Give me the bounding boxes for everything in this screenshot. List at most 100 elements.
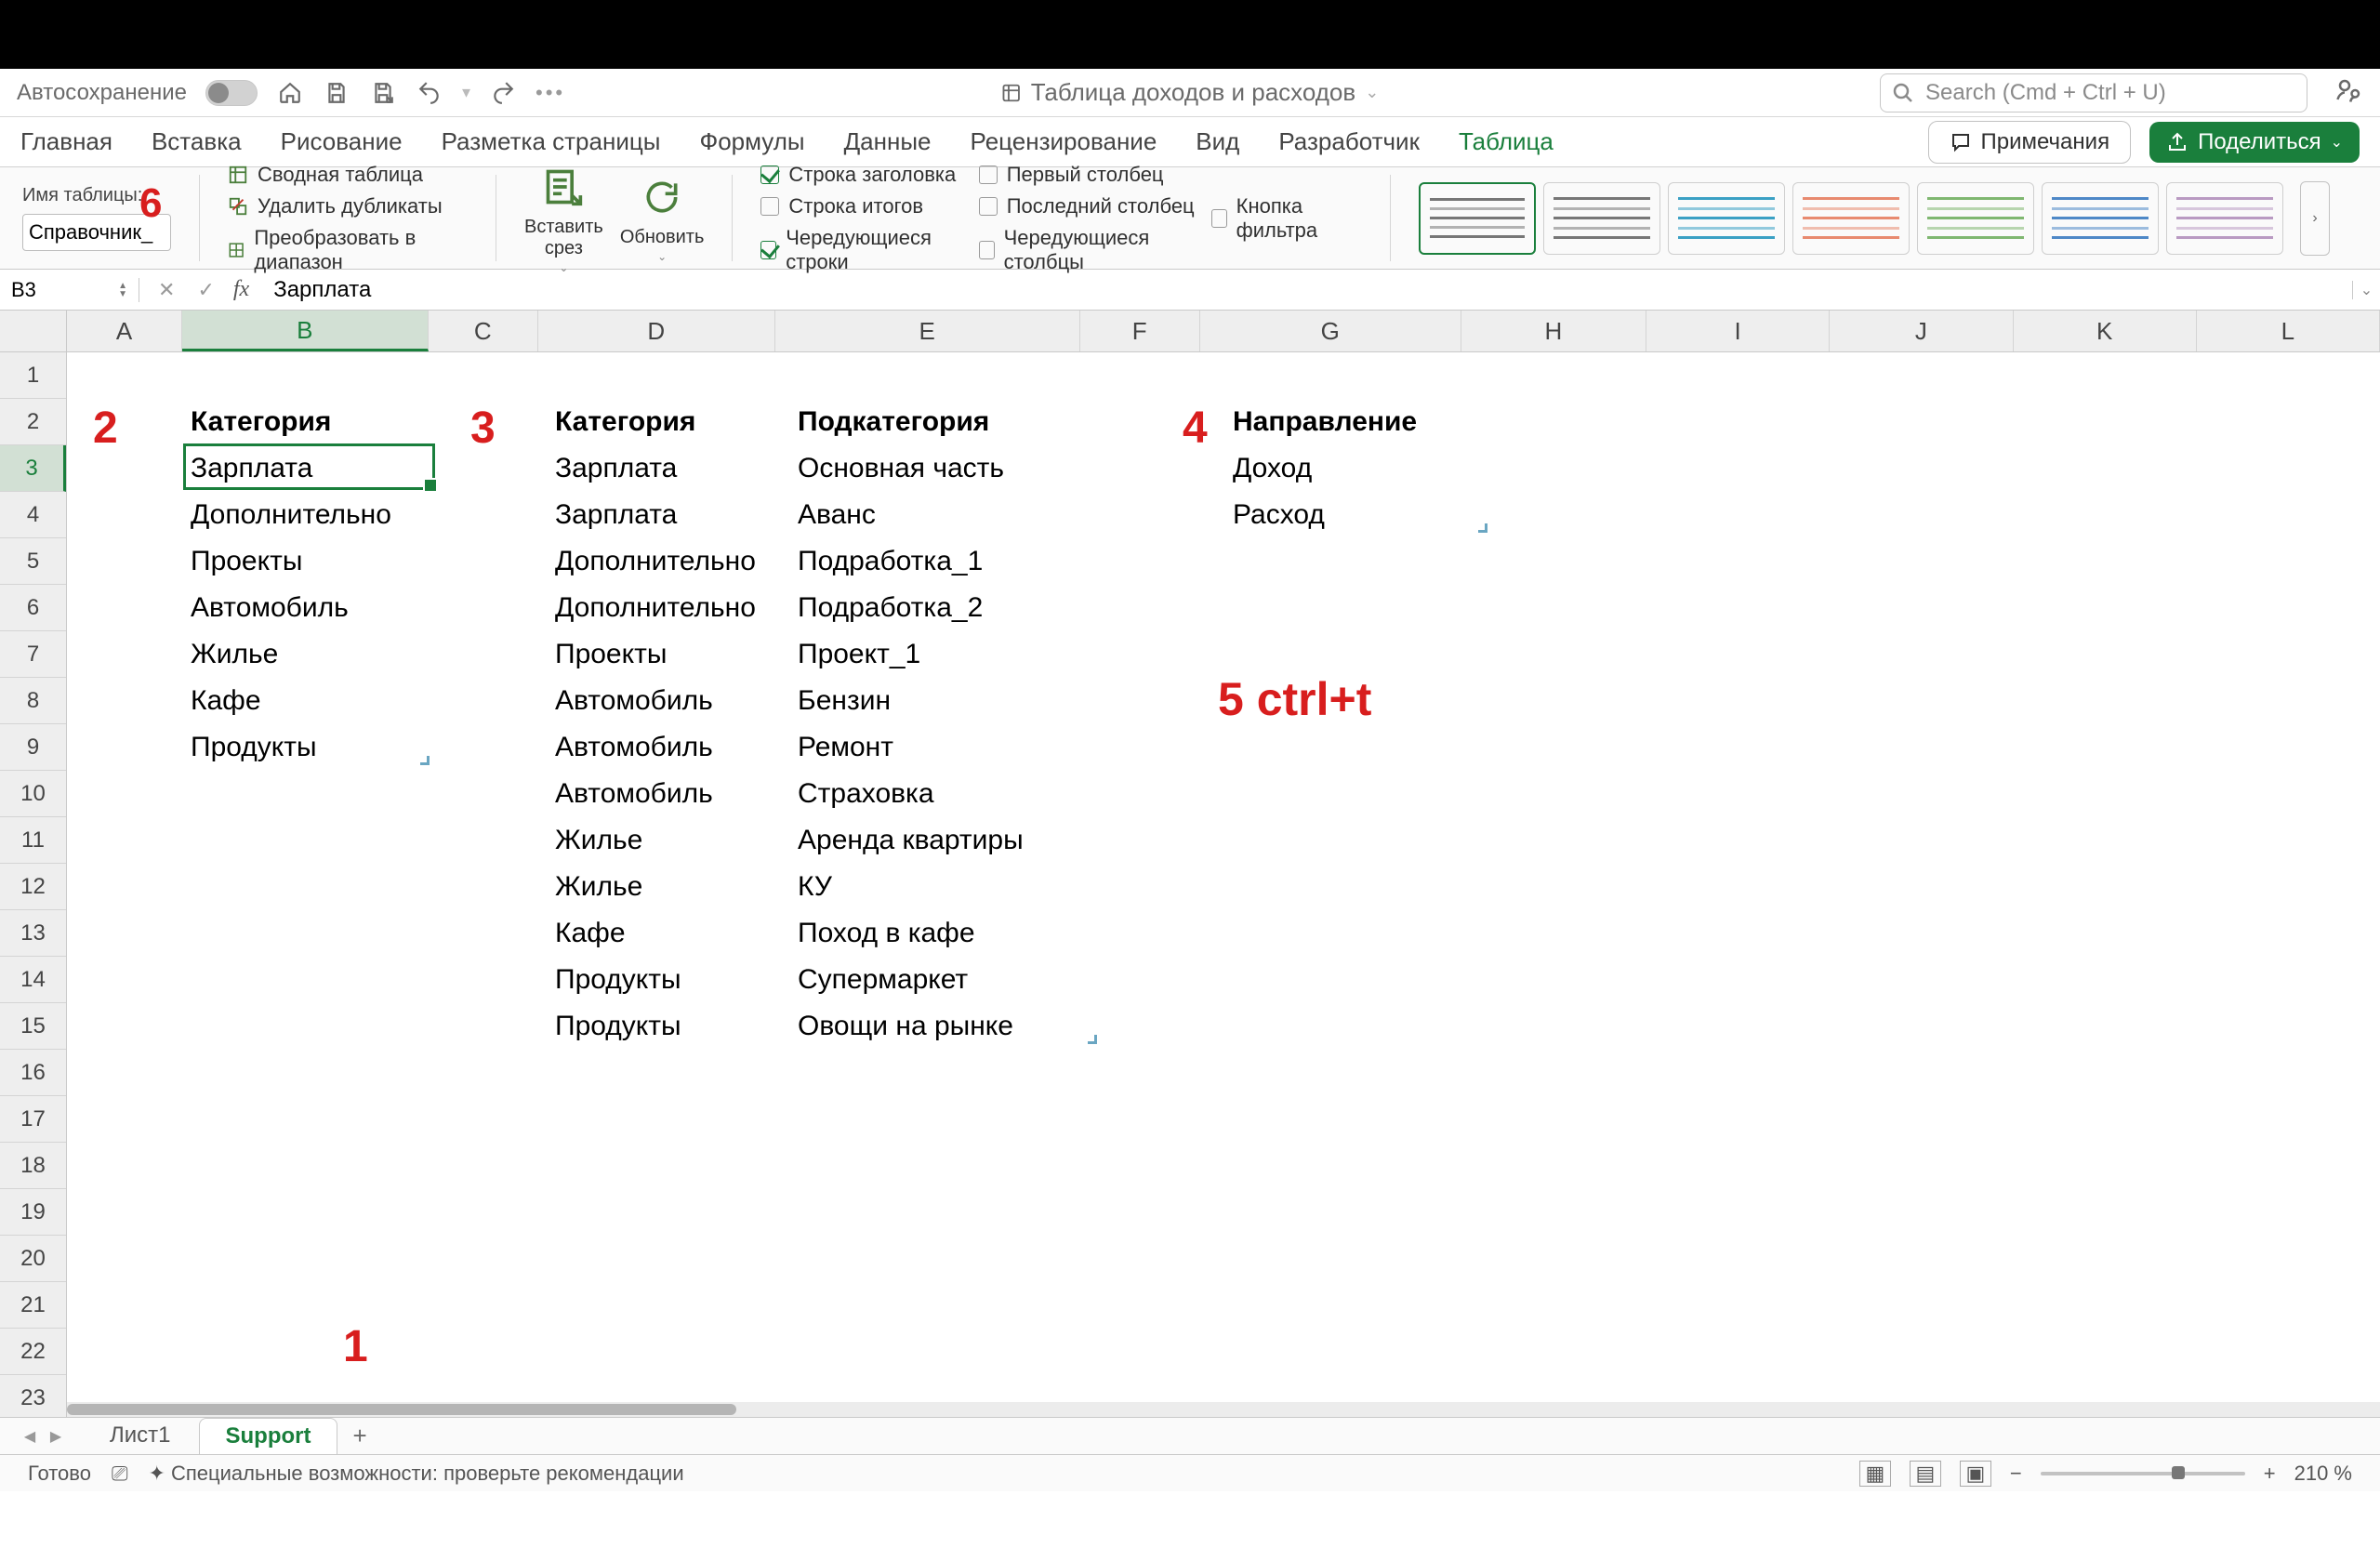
- cell-D6[interactable]: Дополнительно: [549, 585, 761, 631]
- table-style-5[interactable]: [2042, 182, 2159, 255]
- fx-icon[interactable]: fx: [233, 277, 249, 302]
- row-header-7[interactable]: 7: [0, 631, 66, 678]
- spreadsheet-grid[interactable]: ABCDEFGHIJKL 123456789101112131415161718…: [0, 311, 2380, 1417]
- cell-D9[interactable]: Автомобиль: [549, 724, 719, 771]
- table-style-3[interactable]: [1792, 182, 1910, 255]
- cell-B8[interactable]: Кафе: [185, 678, 267, 724]
- name-box[interactable]: B3 ▲▼: [0, 278, 139, 302]
- row-header-19[interactable]: 19: [0, 1189, 66, 1236]
- cell-G4[interactable]: Расход: [1227, 492, 1330, 538]
- cell-E11[interactable]: Аренда квартиры: [792, 817, 1029, 864]
- row-header-9[interactable]: 9: [0, 724, 66, 771]
- cell-E15[interactable]: Овощи на рынке: [792, 1003, 1019, 1050]
- save-icon[interactable]: [323, 79, 350, 107]
- qat-more-icon[interactable]: •••: [536, 81, 565, 105]
- total-row-checkbox[interactable]: Строка итогов: [760, 194, 961, 218]
- cell-E5[interactable]: Подработка_1: [792, 538, 988, 585]
- zoom-level[interactable]: 210 %: [2294, 1462, 2352, 1486]
- row-header-12[interactable]: 12: [0, 864, 66, 910]
- search-input[interactable]: Search (Cmd + Ctrl + U): [1880, 73, 2307, 112]
- row-header-13[interactable]: 13: [0, 910, 66, 957]
- share-button[interactable]: Поделиться ⌄: [2149, 122, 2360, 163]
- cell-D10[interactable]: Автомобиль: [549, 771, 719, 817]
- cell-E4[interactable]: Аванс: [792, 492, 881, 538]
- cell-E14[interactable]: Супермаркет: [792, 957, 973, 1003]
- cell-E6[interactable]: Подработка_2: [792, 585, 988, 631]
- cell-D14[interactable]: Продукты: [549, 957, 687, 1003]
- col-header-L[interactable]: L: [2197, 311, 2380, 351]
- cell-E7[interactable]: Проект_1: [792, 631, 926, 678]
- cell-D4[interactable]: Зарплата: [549, 492, 682, 538]
- undo-dropdown-icon[interactable]: ▾: [462, 83, 470, 102]
- row-header-6[interactable]: 6: [0, 585, 66, 631]
- ribbon-tab-Вид[interactable]: Вид: [1196, 127, 1239, 156]
- cell-D5[interactable]: Дополнительно: [549, 538, 761, 585]
- tab-nav-next[interactable]: ▶: [45, 1425, 67, 1448]
- col-header-K[interactable]: K: [2014, 311, 2197, 351]
- banded-rows-checkbox[interactable]: Чередующиеся строки: [760, 226, 961, 274]
- ribbon-tab-Рисование[interactable]: Рисование: [281, 127, 403, 156]
- document-title[interactable]: Таблица доходов и расходов ⌄: [1001, 78, 1380, 107]
- remove-duplicates-button[interactable]: Удалить дубликаты: [228, 194, 468, 218]
- table-style-2[interactable]: [1668, 182, 1785, 255]
- sheet-tab-Лист1[interactable]: Лист1: [84, 1418, 197, 1454]
- accept-formula-icon[interactable]: ✓: [197, 278, 214, 302]
- cell-E12[interactable]: КУ: [792, 864, 838, 910]
- cell-D12[interactable]: Жилье: [549, 864, 648, 910]
- col-header-G[interactable]: G: [1200, 311, 1461, 351]
- row-header-22[interactable]: 22: [0, 1329, 66, 1375]
- row-header-11[interactable]: 11: [0, 817, 66, 864]
- col-header-B[interactable]: B: [182, 311, 429, 351]
- row-header-5[interactable]: 5: [0, 538, 66, 585]
- ribbon-tab-Главная[interactable]: Главная: [20, 127, 112, 156]
- row-header-15[interactable]: 15: [0, 1003, 66, 1050]
- header-row-checkbox[interactable]: Строка заголовка: [760, 163, 961, 187]
- cell-G3[interactable]: Доход: [1227, 445, 1317, 492]
- ribbon-tab-Разметка страницы[interactable]: Разметка страницы: [442, 127, 661, 156]
- col-header-A[interactable]: A: [67, 311, 182, 351]
- ribbon-tab-Таблица[interactable]: Таблица: [1459, 127, 1554, 156]
- insert-slicer-button[interactable]: Вставить срез ⌄: [524, 163, 603, 274]
- cell-E13[interactable]: Поход в кафе: [792, 910, 981, 957]
- cell-D13[interactable]: Кафе: [549, 910, 631, 957]
- ribbon-tab-Рецензирование[interactable]: Рецензирование: [971, 127, 1157, 156]
- cell-D3[interactable]: Зарплата: [549, 445, 682, 492]
- table-style-6[interactable]: [2166, 182, 2283, 255]
- sheet-tab-Support[interactable]: Support: [199, 1418, 338, 1454]
- row-header-1[interactable]: 1: [0, 352, 66, 399]
- row-header-2[interactable]: 2: [0, 399, 66, 445]
- comments-button[interactable]: Примечания: [1928, 121, 2132, 164]
- cell-E8[interactable]: Бензин: [792, 678, 896, 724]
- formula-input[interactable]: Зарплата: [264, 277, 2352, 303]
- zoom-slider[interactable]: [2041, 1472, 2245, 1475]
- cell-G2[interactable]: Направление: [1227, 399, 1422, 445]
- col-header-E[interactable]: E: [775, 311, 1080, 351]
- select-all-corner[interactable]: [0, 311, 67, 352]
- table-style-4[interactable]: [1917, 182, 2034, 255]
- first-col-checkbox[interactable]: Первый столбец: [979, 163, 1195, 187]
- cell-D7[interactable]: Проекты: [549, 631, 672, 678]
- page-layout-view-button[interactable]: ▤: [1910, 1461, 1941, 1487]
- col-header-D[interactable]: D: [538, 311, 775, 351]
- cell-B2[interactable]: Категория: [185, 399, 337, 445]
- row-header-23[interactable]: 23: [0, 1375, 66, 1417]
- last-col-checkbox[interactable]: Последний столбец: [979, 194, 1195, 218]
- row-header-10[interactable]: 10: [0, 771, 66, 817]
- cell-E10[interactable]: Страховка: [792, 771, 940, 817]
- filter-button-checkbox[interactable]: Кнопка фильтра: [1211, 194, 1362, 243]
- row-header-8[interactable]: 8: [0, 678, 66, 724]
- refresh-button[interactable]: Обновить ⌄: [620, 173, 705, 263]
- row-header-20[interactable]: 20: [0, 1236, 66, 1282]
- row-header-21[interactable]: 21: [0, 1282, 66, 1329]
- col-header-H[interactable]: H: [1461, 311, 1646, 351]
- home-icon[interactable]: [276, 79, 304, 107]
- row-header-16[interactable]: 16: [0, 1050, 66, 1096]
- cell-D2[interactable]: Категория: [549, 399, 701, 445]
- chevron-down-icon[interactable]: ⌄: [1365, 83, 1379, 102]
- cancel-formula-icon[interactable]: ✕: [158, 278, 175, 302]
- cell-B4[interactable]: Дополнительно: [185, 492, 397, 538]
- banded-cols-checkbox[interactable]: Чередующиеся столбцы: [979, 226, 1195, 274]
- page-break-view-button[interactable]: ▣: [1960, 1461, 1991, 1487]
- row-header-3[interactable]: 3: [0, 445, 66, 492]
- style-gallery-expand[interactable]: ›: [2300, 181, 2330, 256]
